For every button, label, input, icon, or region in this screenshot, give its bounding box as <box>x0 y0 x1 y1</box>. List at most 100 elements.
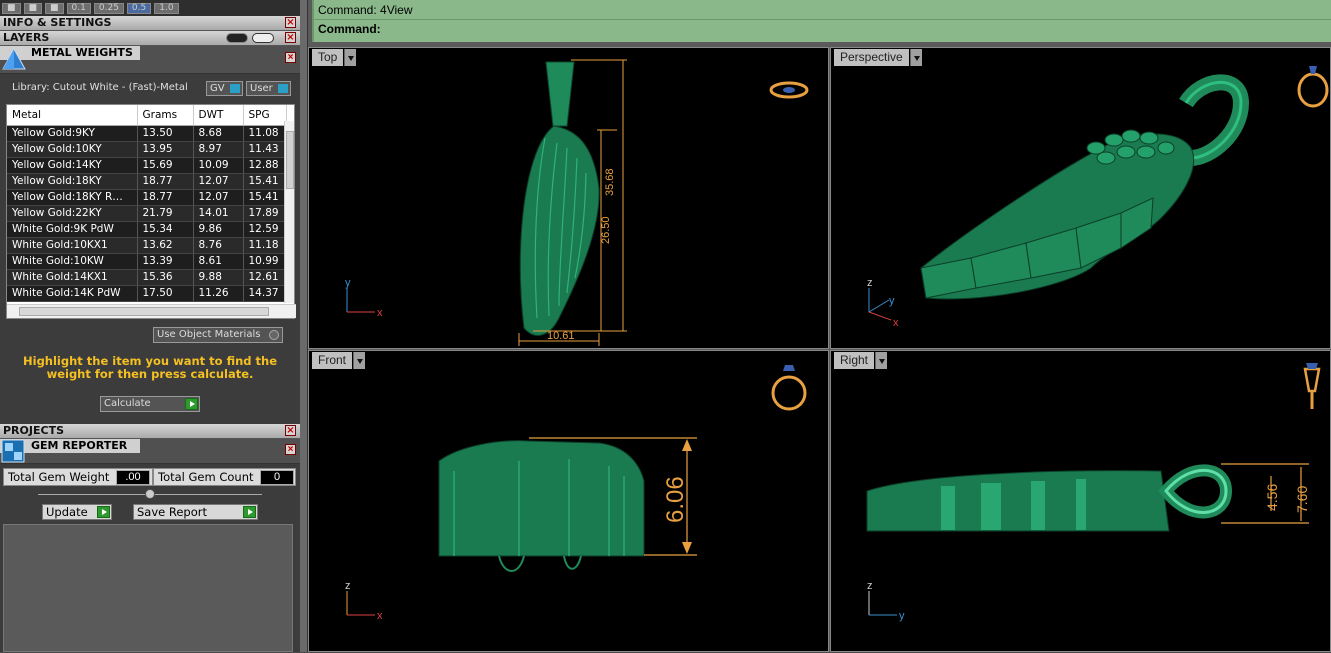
table-row[interactable]: White Gold:14KX1 15.36 9.88 12.61 <box>7 269 287 286</box>
gem-reporter-title: GEM REPORTER <box>30 439 140 453</box>
gv-label: GV <box>210 83 225 94</box>
column-header[interactable]: Grams <box>137 105 194 126</box>
viewport-top[interactable]: Top 35.68 26.50 10.61 y x <box>308 47 829 349</box>
play-icon <box>243 506 256 518</box>
scroll-thumb[interactable] <box>19 307 269 316</box>
scroll-thumb[interactable] <box>286 131 294 189</box>
close-icon[interactable]: × <box>285 52 296 63</box>
save-report-button[interactable]: Save Report <box>133 504 258 520</box>
toolbar-icon[interactable]: ■ <box>45 2 64 14</box>
ring-side-icon <box>1303 363 1321 409</box>
metal-weights-header: METAL WEIGHTS × <box>0 46 300 74</box>
table-cell: Yellow Gold:14KY <box>7 157 138 174</box>
viewport-perspective[interactable]: Perspective z y x <box>830 47 1331 349</box>
table-cell: Yellow Gold:18KY <box>7 173 138 190</box>
close-icon[interactable]: × <box>285 17 296 28</box>
library-label: Library: Cutout White - (Fast)-Metal <box>12 82 188 93</box>
viewport-right[interactable]: Right 4.56 7.60 z y <box>830 350 1331 652</box>
table-row[interactable]: Yellow Gold:14KY 15.69 10.09 12.88 <box>7 157 287 174</box>
table-cell: 14.37 <box>243 285 287 302</box>
info-settings-header[interactable]: INFO & SETTINGS × <box>0 16 300 31</box>
column-header[interactable]: DWT <box>193 105 244 126</box>
table-cell: 15.69 <box>137 157 194 174</box>
table-row[interactable]: White Gold:10KX1 13.62 8.76 11.18 <box>7 237 287 254</box>
toolbar-icon[interactable]: ■ <box>23 2 43 14</box>
toggle-icon <box>278 84 288 93</box>
radio-icon <box>269 330 279 340</box>
table-row[interactable]: Yellow Gold:18KY 18.77 12.07 15.41 <box>7 173 287 190</box>
close-icon[interactable]: × <box>285 444 296 455</box>
wing-front-model <box>438 440 645 557</box>
axis-z-label: z <box>867 580 873 592</box>
viewport-front[interactable]: Front 6.06 z x <box>308 350 829 652</box>
axis-indicator: z x <box>345 580 383 622</box>
command-history: Command: 4View <box>318 3 413 17</box>
table-cell: 15.41 <box>243 173 287 190</box>
projects-header[interactable]: PROJECTS × <box>0 424 300 439</box>
calculate-hint: Highlight the item you want to find the … <box>23 354 277 381</box>
table-row[interactable]: White Gold:10KW 13.39 8.61 10.99 <box>7 253 287 270</box>
toolbar-value-3[interactable]: 0.5 <box>126 2 152 14</box>
table-cell: 9.86 <box>193 221 244 238</box>
axis-x-label: x <box>377 307 383 319</box>
toolbar-value-2[interactable]: 0.25 <box>93 2 124 14</box>
wing-side-model <box>866 470 1170 532</box>
calculate-label: Calculate <box>104 398 151 409</box>
gem-reporter-icon <box>1 439 25 463</box>
user-toggle[interactable]: User <box>246 81 291 96</box>
command-prompt[interactable]: Command: <box>318 22 381 36</box>
table-cell: White Gold:14KX1 <box>7 269 138 286</box>
total-gem-count-text: Total Gem Count <box>158 470 254 484</box>
info-settings-label: INFO & SETTINGS <box>3 16 112 29</box>
eye-closed-icon[interactable] <box>226 33 248 43</box>
table-cell: 8.68 <box>193 125 244 142</box>
horizontal-scrollbar[interactable] <box>7 304 296 318</box>
dim-width: 10.61 <box>547 330 575 342</box>
layers-header[interactable]: LAYERS × <box>0 31 300 46</box>
command-area[interactable]: Command: 4View Command: <box>312 0 1331 42</box>
axis-x-label: x <box>377 610 383 622</box>
table-row[interactable]: Yellow Gold:10KY 13.95 8.97 11.43 <box>7 141 287 158</box>
toolbar-value-1[interactable]: 0.1 <box>66 2 91 14</box>
column-header[interactable]: SPG <box>243 105 287 126</box>
use-object-materials-button[interactable]: Use Object Materials <box>153 327 283 343</box>
metal-weights-icon <box>2 47 26 70</box>
vertical-scrollbar[interactable] <box>284 121 294 303</box>
table-row[interactable]: Yellow Gold:22KY 21.79 14.01 17.89 <box>7 205 287 222</box>
calculate-button[interactable]: Calculate <box>100 396 200 412</box>
table-cell: 9.88 <box>193 269 244 286</box>
gem-slider-handle[interactable] <box>145 489 155 499</box>
table-cell: 17.50 <box>137 285 194 302</box>
eye-icon[interactable] <box>252 33 274 43</box>
projects-label: PROJECTS <box>3 424 64 437</box>
close-icon[interactable]: × <box>285 32 296 43</box>
table-cell: 10.99 <box>243 253 287 270</box>
table-row[interactable]: Yellow Gold:18KY R… 18.77 12.07 15.41 <box>7 189 287 206</box>
table-cell: 15.34 <box>137 221 194 238</box>
ring-perspective-icon <box>1297 66 1329 108</box>
axis-indicator: z y <box>867 580 905 622</box>
ring-front-icon <box>771 365 807 411</box>
table-cell: 12.88 <box>243 157 287 174</box>
toolbar-value-4[interactable]: 1.0 <box>154 2 179 14</box>
table-row[interactable]: Yellow Gold:9KY 13.50 8.68 11.08 <box>7 125 287 142</box>
toolbar-icon[interactable]: ■ <box>2 2 21 14</box>
dim-front-height: 6.06 <box>662 476 689 523</box>
close-icon[interactable]: × <box>285 425 296 436</box>
update-button[interactable]: Update <box>42 504 112 520</box>
table-cell: 10.09 <box>193 157 244 174</box>
table-row[interactable]: White Gold:14K PdW 17.50 11.26 14.37 <box>7 285 287 302</box>
axis-x-label: x <box>893 317 899 329</box>
metal-table[interactable]: Metal Grams DWT SPG Yellow Gold:9KY 13.50… <box>6 104 296 319</box>
column-header[interactable]: Metal <box>7 105 138 126</box>
table-cell: White Gold:10KX1 <box>7 237 138 254</box>
table-cell: 17.89 <box>243 205 287 222</box>
splitter[interactable] <box>300 0 308 652</box>
gem-report-area <box>3 524 293 652</box>
toggle-icon <box>230 84 240 93</box>
table-row[interactable]: White Gold:9K PdW 15.34 9.86 12.59 <box>7 221 287 238</box>
table-cell: White Gold:14K PdW <box>7 285 138 302</box>
dim-inner: 4.56 <box>1264 484 1280 511</box>
user-label: User <box>250 83 273 94</box>
gv-toggle[interactable]: GV <box>206 81 243 96</box>
